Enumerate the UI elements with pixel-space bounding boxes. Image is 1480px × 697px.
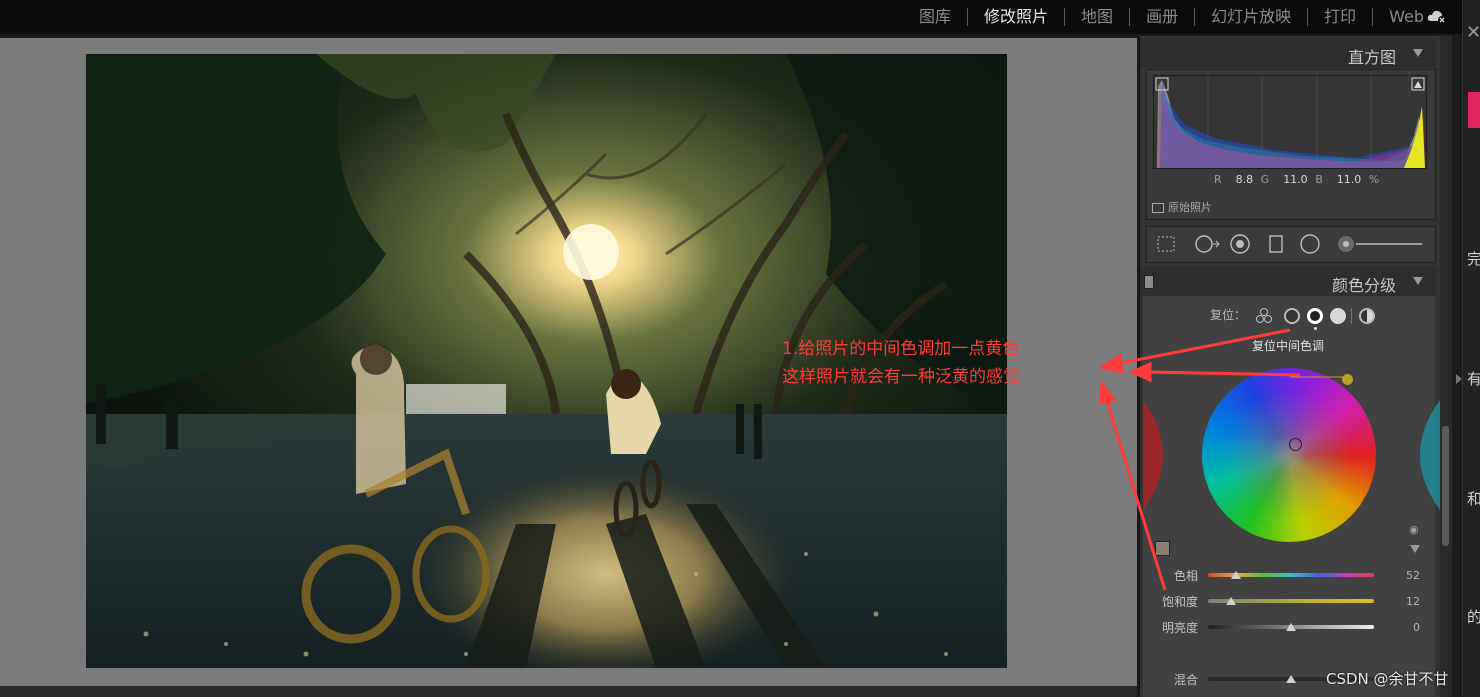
radial-filter-icon[interactable] — [1300, 234, 1320, 254]
histogram-title: 直方图 — [1347, 48, 1396, 67]
edge-text: 的 — [1467, 608, 1480, 626]
expand-triangle-icon[interactable] — [1410, 545, 1420, 553]
b-label: B — [1315, 173, 1323, 186]
checkbox-icon[interactable] — [1152, 203, 1164, 213]
module-map[interactable]: 地图 — [1065, 8, 1131, 26]
b-value: 11.0 — [1336, 173, 1362, 186]
color-grading-header[interactable]: 颜色分级 — [1140, 266, 1436, 296]
histogram-header[interactable]: 直方图 — [1140, 38, 1436, 68]
spot-removal-icon[interactable] — [1194, 234, 1220, 254]
histogram-graph[interactable] — [1153, 75, 1427, 169]
original-photo-label: 原始照片 — [1168, 201, 1212, 214]
blend-slider-thumb[interactable] — [1286, 675, 1296, 683]
crop-grid-icon[interactable] — [1156, 234, 1176, 254]
module-bar: 图库 修改照片 地图 画册 幻灯片放映 打印 Web — [0, 0, 1480, 34]
annotation-line-2: 这样照片就会有一种泛黄的感觉 — [782, 367, 1020, 387]
expand-arrow-icon[interactable] — [1456, 374, 1462, 384]
module-library[interactable]: 图库 — [903, 8, 969, 26]
rgb-readout: R 8.8 G 11.0 B 11.0 % — [1214, 173, 1379, 186]
saturation-value: 12 — [1406, 595, 1420, 608]
watermark: CSDN @余甘不甘 — [1326, 670, 1449, 688]
collapse-triangle-icon[interactable] — [1413, 49, 1423, 57]
r-label: R — [1214, 173, 1222, 186]
red-eye-icon[interactable] — [1230, 234, 1250, 254]
edge-text: 和 — [1467, 490, 1480, 508]
annotation-arrows — [1098, 328, 1301, 591]
module-slideshow[interactable]: 幻灯片放映 — [1195, 8, 1309, 26]
panel-switch-icon[interactable] — [1144, 275, 1154, 289]
original-photo-toggle[interactable]: 原始照片 — [1152, 199, 1212, 215]
eye-icon[interactable]: ◉ — [1409, 523, 1419, 536]
hue-value: 52 — [1406, 569, 1420, 582]
luminance-label: 明亮度 — [1161, 621, 1198, 635]
divider — [1351, 308, 1352, 324]
brush-size-slider[interactable] — [1336, 234, 1424, 254]
scrollbar-thumb[interactable] — [1442, 426, 1449, 546]
right-wheel-edge-icon — [1420, 400, 1440, 510]
filmstrip-edge — [0, 686, 1137, 697]
module-picker: 图库 修改照片 地图 画册 幻灯片放映 打印 Web — [903, 0, 1440, 34]
close-icon[interactable]: ✕ — [1466, 22, 1480, 43]
accent-bar — [1468, 92, 1480, 128]
edge-text: 有 — [1467, 370, 1480, 388]
luminance-value: 0 — [1413, 621, 1420, 634]
edge-text: 完 — [1467, 250, 1480, 268]
luminance-slider-thumb[interactable] — [1286, 623, 1296, 631]
graduated-filter-icon[interactable] — [1266, 234, 1286, 254]
g-label: G — [1260, 173, 1270, 186]
photo-preview[interactable] — [86, 54, 1007, 668]
module-print[interactable]: 打印 — [1308, 8, 1374, 26]
module-book[interactable]: 画册 — [1130, 8, 1196, 26]
r-value: 8.8 — [1235, 173, 1254, 186]
panel-scrollbar[interactable] — [1440, 36, 1452, 697]
g-value: 11.0 — [1283, 173, 1308, 186]
global-mode-icon[interactable] — [1359, 308, 1375, 324]
module-develop[interactable]: 修改照片 — [968, 8, 1066, 26]
percent-unit: % — [1368, 173, 1380, 186]
cloud-sync-icon[interactable] — [1426, 6, 1448, 26]
annotation-line-1: 1.给照片的中间色调加一点黄色 — [782, 339, 1020, 359]
collapse-triangle-icon[interactable] — [1413, 277, 1423, 285]
color-grading-title: 颜色分级 — [1331, 276, 1396, 295]
blend-label: 混合 — [1173, 673, 1198, 687]
